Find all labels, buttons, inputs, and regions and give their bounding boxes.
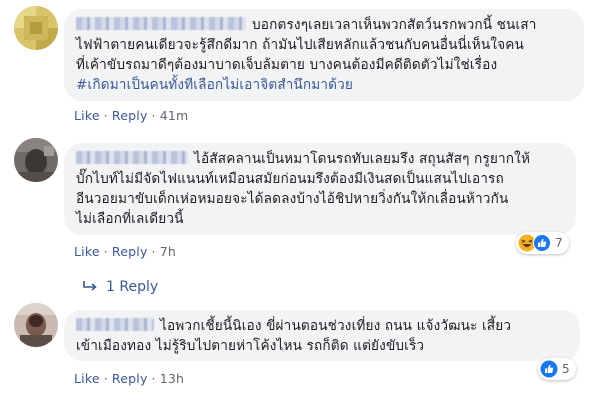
like-reaction-icon [533, 234, 551, 252]
reaction-summary[interactable]: 7 [516, 232, 569, 254]
comment-text-line: ไอพวกเชี้ยนี้นิเอง ขี่ผ่านตอนช่วงเที่ยง … [160, 318, 512, 334]
avatar[interactable] [14, 6, 58, 50]
like-link[interactable]: Like [74, 244, 100, 259]
replies-count-label: 1 Reply [106, 279, 159, 295]
comment-bubble: ไอพวกเชี้ยนี้นิเอง ขี่ผ่านตอนช่วงเที่ยง … [64, 310, 580, 361]
reaction-summary[interactable]: 5 [538, 358, 576, 380]
comment-actions: Like · Reply · 7h [74, 244, 176, 259]
like-link[interactable]: Like [74, 108, 100, 123]
timestamp[interactable]: 7h [160, 244, 176, 259]
comment-text-line: เข้าเมืองทอง ไม่รู้ริบไปตายห่าโค้งไหน รถ… [76, 338, 425, 354]
comment-actions: Like · Reply · 13h [74, 371, 184, 386]
view-replies-link[interactable]: 1 Reply [82, 279, 158, 295]
reaction-count: 7 [555, 236, 563, 250]
reply-link[interactable]: Reply [112, 108, 148, 123]
comment-text-line: ที่เค้าขับรถมาดีๆต้องมาบาดเจ็บล้มตาย บาง… [76, 57, 498, 73]
like-reaction-icon [540, 360, 558, 378]
author-name-blurred[interactable] [76, 318, 154, 331]
author-name-blurred[interactable] [76, 17, 246, 30]
comment-bubble: บอกตรงๆเลยเวลาเห็นพวกสัตว์นรกพวกนี้ ชนเส… [64, 9, 584, 101]
avatar[interactable] [14, 138, 58, 182]
author-name-blurred[interactable] [76, 151, 188, 164]
reply-link[interactable]: Reply [112, 244, 148, 259]
reply-arrow-icon [83, 281, 97, 291]
comment-bubble: ไอ้สัสคลานเป็นหมาโดนรถทับเลยมรึง สถุนสัส… [64, 143, 576, 235]
reaction-count: 5 [562, 362, 570, 376]
reply-link[interactable]: Reply [112, 371, 148, 386]
timestamp[interactable]: 41m [160, 108, 189, 123]
comment-text-line: ไฟฟ้าตายคนเดียวจะรู้สึกดีมาก ถ้ามันไปเสี… [76, 37, 524, 53]
timestamp[interactable]: 13h [160, 371, 184, 386]
separator-dot: · [151, 244, 156, 259]
separator-dot: · [103, 371, 108, 386]
like-link[interactable]: Like [74, 371, 100, 386]
separator-dot: · [151, 371, 156, 386]
avatar[interactable] [14, 303, 58, 347]
separator-dot: · [103, 244, 108, 259]
comment-text-line: ไอ้สัสคลานเป็นหมาโดนรถทับเลยมรึง สถุนสัส… [194, 151, 531, 167]
comment-text-line: ไม่เลือกที่เลเดียวนี้ [76, 211, 184, 227]
hashtag-link[interactable]: #เกิดมาเป็นคนทั้งทีเลือกไม่เอาจิตสำนึกมา… [76, 75, 572, 95]
comment-text-line: บั๊กไบท์ไม่มีจัดไฟแนนท์เหมือนสมัยก่อนมรึ… [76, 171, 504, 187]
comment-text-line: บอกตรงๆเลยเวลาเห็นพวกสัตว์นรกพวกนี้ ชนเส… [252, 17, 537, 33]
comment-actions: Like · Reply · 41m [74, 108, 188, 123]
separator-dot: · [151, 108, 156, 123]
separator-dot: · [103, 108, 108, 123]
comment-text-line: อีนวอยมาขับเด็กเห่อหมอยจะได้ลดลงบ้างไอ้ช… [76, 191, 509, 207]
